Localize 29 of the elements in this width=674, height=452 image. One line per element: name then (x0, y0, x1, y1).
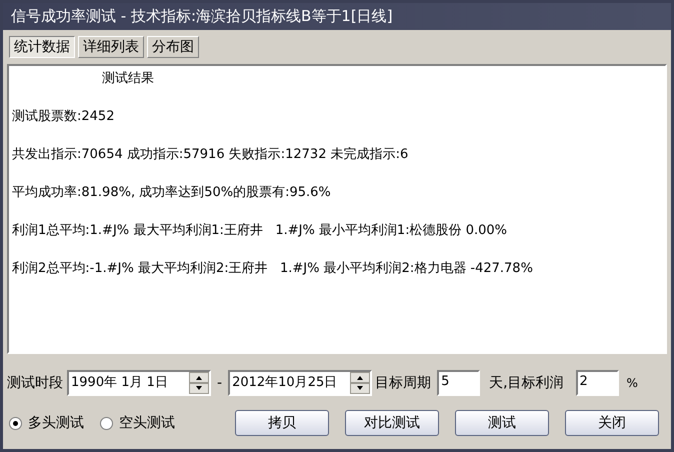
result-line: 平均成功率:81.98%, 成功率达到50%的股票有:95.6% (12, 184, 331, 202)
dialog-button[interactable]: 关闭 (565, 410, 659, 436)
radio-label[interactable]: 多头测试 (28, 412, 84, 434)
radio-label[interactable]: 空头测试 (119, 412, 175, 434)
tab[interactable]: 详细列表 (78, 36, 144, 58)
radio-button[interactable] (100, 416, 113, 430)
spin-buttons-icon[interactable] (189, 372, 209, 394)
result-line: 测试股票数:2452 (12, 108, 114, 126)
percent-sign: % (626, 375, 638, 392)
results-heading: 测试结果 (102, 70, 154, 88)
end-date-field[interactable]: 2012年10月25日 (228, 370, 372, 396)
date-separator: - (217, 374, 222, 392)
target-profit-label: 天,目标利润 (489, 374, 564, 392)
spin-buttons-icon[interactable] (350, 372, 370, 394)
target-period-field[interactable]: 5 (437, 370, 480, 396)
result-line: 利润1总平均:1.#J% 最大平均利润1:王府井 1.#J% 最小平均利润1:松德股份 0.00% (12, 222, 508, 240)
dialog-button[interactable]: 测试 (455, 410, 549, 436)
window-title: 信号成功率测试 - 技术指标:海滨拾贝指标线B等于1[日线] (11, 6, 393, 28)
result-line: 共发出指示:70654 成功指示:57916 失败指示:12732 未完成指示:6 (12, 146, 408, 164)
tab[interactable]: 分布图 (147, 36, 199, 58)
dialog-button[interactable]: 对比测试 (345, 410, 439, 436)
tab[interactable]: 统计数据 (9, 36, 75, 58)
dialog-button[interactable]: 拷贝 (235, 410, 329, 436)
radio-button[interactable] (9, 416, 22, 430)
result-line: 利润2总平均:-1.#J% 最大平均利润2:王府井 1.#J% 最小平均利润2:格力电器 -427.78% (12, 260, 533, 278)
target-profit-field[interactable]: 2 (576, 370, 619, 396)
period-label: 测试时段 (7, 374, 63, 392)
target-period-label: 目标周期 (375, 374, 432, 392)
start-date-field[interactable]: 1990年 1月 1日 (67, 370, 211, 396)
